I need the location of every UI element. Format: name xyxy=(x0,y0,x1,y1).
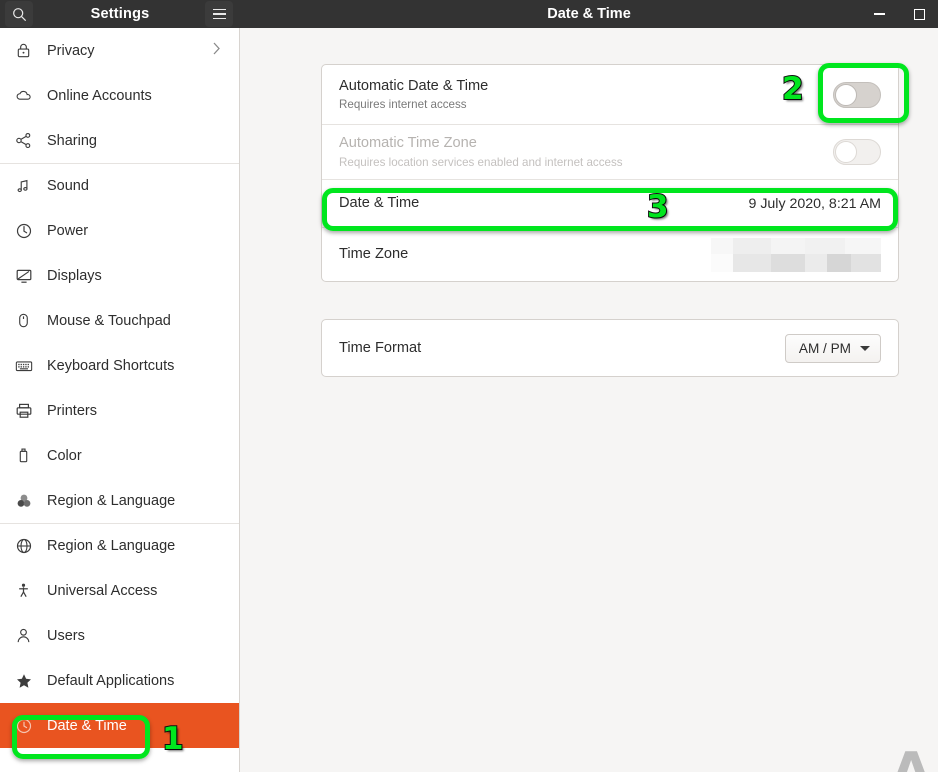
maximize-icon xyxy=(913,8,925,20)
automatic-date-time-subtitle: Requires internet access xyxy=(339,98,467,112)
sidebar-item-label: Color xyxy=(47,447,82,464)
date-time-value: 9 July 2020, 8:21 AM xyxy=(748,195,881,212)
titlebar-content-section: Date & Time xyxy=(240,0,938,28)
sidebar-item-default-applications[interactable]: Default Applications xyxy=(0,658,239,703)
sidebar-item-label: Online Accounts xyxy=(47,87,152,104)
date-time-row-label: Date & Time xyxy=(339,195,420,212)
menu-line xyxy=(212,13,226,15)
time-zone-row[interactable]: Time Zone xyxy=(322,227,898,281)
sidebar-item-users[interactable]: Users xyxy=(0,613,239,658)
power-icon xyxy=(14,221,33,240)
automatic-time-zone-row: Automatic Time Zone Requires location se… xyxy=(322,124,898,179)
page-title: Date & Time xyxy=(547,6,631,22)
toggle-knob xyxy=(835,141,857,163)
date-time-settings-card: Automatic Date & Time Requires internet … xyxy=(321,64,899,282)
automatic-date-time-title: Automatic Date & Time xyxy=(339,77,489,94)
usb-drive-icon xyxy=(14,446,33,465)
sidebar-item-sharing[interactable]: Sharing xyxy=(0,118,239,163)
automatic-time-zone-title: Automatic Time Zone xyxy=(339,135,477,152)
time-format-card: Time Format AM / PM xyxy=(321,319,899,377)
sidebar-item-region-language[interactable]: Region & Language xyxy=(0,523,239,568)
sidebar-item-label: Universal Access xyxy=(47,582,158,599)
sidebar-item-label: Region & Language xyxy=(47,492,176,509)
time-zone-row-label: Time Zone xyxy=(339,246,409,263)
automatic-time-zone-subtitle: Requires location services enabled and i… xyxy=(339,155,623,169)
time-format-dropdown[interactable]: AM / PM xyxy=(784,333,881,363)
window-controls xyxy=(872,0,926,28)
date-time-row[interactable]: Date & Time 9 July 2020, 8:21 AM xyxy=(322,179,898,227)
share-nodes-icon xyxy=(14,131,33,150)
sidebar-item-online-accounts[interactable]: Online Accounts xyxy=(0,73,239,118)
watermark: APPUALS wsxdn.com xyxy=(891,716,938,772)
title-bar: Settings Date & Time xyxy=(0,0,938,28)
settings-title: Settings xyxy=(90,6,150,22)
keyboard-icon xyxy=(14,356,33,375)
chevron-right-icon xyxy=(212,41,221,61)
sidebar-item-label: Displays xyxy=(47,267,102,284)
person-icon xyxy=(14,626,33,645)
sidebar-item-label: Keyboard Shortcuts xyxy=(47,357,175,374)
time-format-row[interactable]: Time Format AM / PM xyxy=(322,320,898,376)
time-zone-value-censored xyxy=(711,236,881,273)
content-area: Automatic Date & Time Requires internet … xyxy=(241,28,938,772)
sidebar-item-mouse-touchpad[interactable]: Mouse & Touchpad xyxy=(0,298,239,343)
sidebar-item-sound[interactable]: Sound xyxy=(0,163,239,208)
automatic-date-time-text: Automatic Date & Time Requires internet … xyxy=(339,77,488,112)
color-circles-icon xyxy=(14,491,33,510)
sidebar-item-label: Users xyxy=(47,627,85,644)
search-icon xyxy=(12,7,27,22)
printer-icon xyxy=(14,401,33,420)
monitor-icon xyxy=(14,266,33,285)
sidebar-item-printers[interactable]: Printers xyxy=(0,388,239,433)
time-format-value: AM / PM xyxy=(798,340,851,356)
sidebar-item-label: Printers xyxy=(47,402,97,419)
sidebar-item-removable-media[interactable]: Color xyxy=(0,433,239,478)
sidebar-item-label: Sharing xyxy=(47,132,97,149)
minimize-button[interactable] xyxy=(872,7,886,21)
sidebar-item-label: Date & Time xyxy=(47,717,127,734)
time-format-label: Time Format xyxy=(339,339,422,356)
sidebar[interactable]: Privacy Online Accounts Sharing Sound Po… xyxy=(0,28,240,772)
maximize-button[interactable] xyxy=(912,7,926,21)
cloud-icon xyxy=(14,86,33,105)
menu-line xyxy=(212,8,226,11)
sidebar-item-label: Privacy xyxy=(47,42,95,59)
clock-icon xyxy=(14,716,33,735)
sidebar-item-label: Region & Language xyxy=(47,538,176,554)
sidebar-item-date-time[interactable]: Date & Time xyxy=(0,703,239,748)
minimize-icon xyxy=(873,13,885,15)
sidebar-item-label: Sound xyxy=(47,178,89,194)
titlebar-sidebar-section: Settings xyxy=(0,0,240,28)
music-note-icon xyxy=(14,177,33,196)
sidebar-item-label: Default Applications xyxy=(47,672,175,689)
sidebar-item-privacy[interactable]: Privacy xyxy=(0,28,239,73)
sidebar-item-keyboard-shortcuts[interactable]: Keyboard Shortcuts xyxy=(0,343,239,388)
automatic-time-zone-toggle xyxy=(833,139,881,165)
lock-icon xyxy=(14,41,33,60)
chevron-down-icon xyxy=(860,345,870,351)
automatic-date-time-toggle[interactable] xyxy=(833,81,881,108)
sidebar-item-displays[interactable]: Displays xyxy=(0,253,239,298)
search-button[interactable] xyxy=(5,1,33,27)
settings-window: Settings Date & Time Privacy Online Acco… xyxy=(0,0,938,772)
accessibility-icon xyxy=(14,581,33,600)
watermark-brand: APPUALS xyxy=(891,742,938,772)
sidebar-item-universal-access[interactable]: Universal Access xyxy=(0,568,239,613)
automatic-date-time-row[interactable]: Automatic Date & Time Requires internet … xyxy=(322,65,898,124)
automatic-time-zone-text: Automatic Time Zone Requires location se… xyxy=(339,134,623,169)
sidebar-item-label: Mouse & Touchpad xyxy=(47,312,171,329)
star-icon xyxy=(14,671,33,690)
sidebar-item-color[interactable]: Region & Language xyxy=(0,478,239,523)
globe-icon xyxy=(14,537,33,556)
toggle-knob xyxy=(835,83,857,106)
sidebar-item-label: Power xyxy=(47,222,89,239)
sidebar-item-power[interactable]: Power xyxy=(0,208,239,253)
menu-line xyxy=(212,17,226,20)
hamburger-menu-icon[interactable] xyxy=(205,1,233,27)
mouse-icon xyxy=(14,311,33,330)
